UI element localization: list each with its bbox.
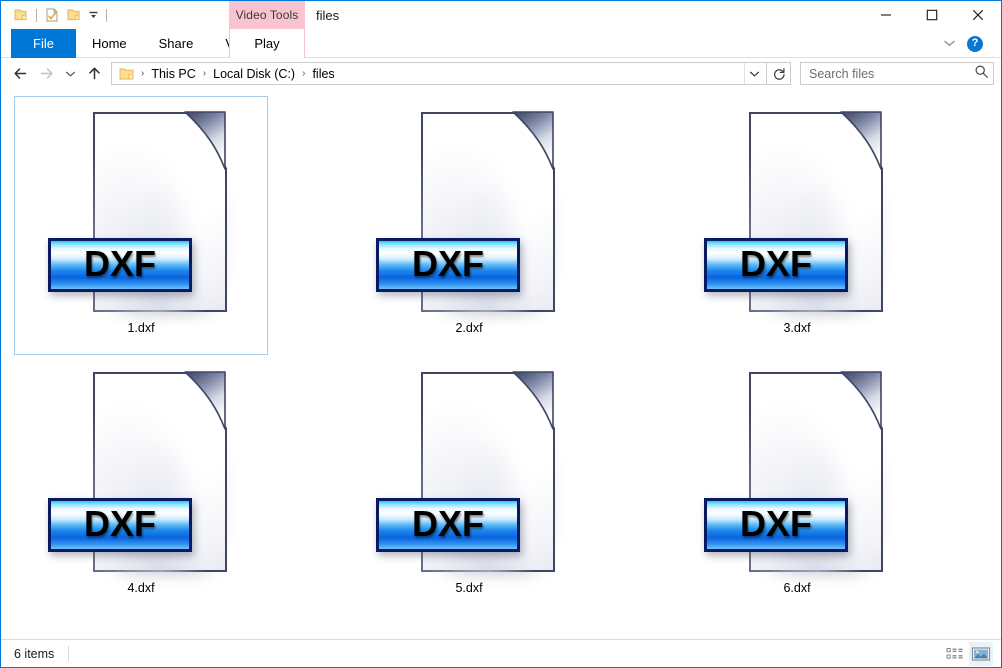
breadcrumb-item-files[interactable]: files	[310, 67, 336, 81]
window-controls	[863, 1, 1001, 29]
chevron-down-icon[interactable]	[937, 32, 961, 56]
file-explorer-window: Video Tools files File Home Share View P…	[0, 0, 1002, 668]
list-item[interactable]: DXF 1.dxf	[14, 96, 268, 355]
ribbon-right-controls: ?	[937, 29, 995, 58]
badge-label: DXF	[412, 503, 484, 544]
maximize-button[interactable]	[909, 1, 955, 29]
badge-label: DXF	[84, 243, 156, 284]
dxf-file-icon: DXF	[374, 361, 564, 579]
ribbon-tab-bar: File Home Share View Play ?	[1, 29, 1001, 58]
recent-locations-chevron-icon[interactable]	[59, 61, 81, 87]
file-type-badge: DXF	[376, 498, 522, 556]
badge-label: DXF	[84, 503, 156, 544]
file-name-label: 2.dxf	[455, 321, 483, 335]
file-type-badge: DXF	[48, 238, 194, 296]
badge-body: DXF	[704, 238, 848, 292]
badge-body: DXF	[376, 498, 520, 552]
tab-play[interactable]: Play	[229, 29, 305, 58]
toolbar-separator-2	[102, 4, 111, 26]
back-arrow-icon[interactable]	[7, 61, 33, 87]
file-name-label: 3.dxf	[783, 321, 811, 335]
large-icons-view-button[interactable]	[969, 641, 993, 666]
file-name-label: 1.dxf	[127, 321, 155, 335]
dxf-file-icon: DXF	[702, 361, 892, 579]
badge-label: DXF	[412, 243, 484, 284]
breadcrumb-item-local-disk[interactable]: Local Disk (C:)	[211, 67, 297, 81]
minimize-button[interactable]	[863, 1, 909, 29]
dxf-file-icon: DXF	[46, 101, 236, 319]
contextual-tool-group-header: Video Tools	[229, 1, 305, 29]
tab-home[interactable]: Home	[76, 29, 143, 58]
quick-access-toolbar	[1, 1, 111, 29]
address-bar: › This PC › Local Disk (C:) › files	[1, 58, 1001, 89]
file-list-view[interactable]: DXF 1.dxf DXF 2.dxf DXF 3.dxf DXF 4.dxf …	[1, 89, 1001, 635]
list-item[interactable]: DXF 3.dxf	[670, 96, 924, 355]
badge-body: DXF	[48, 238, 192, 292]
file-name-label: 6.dxf	[783, 581, 811, 595]
dxf-file-icon: DXF	[374, 101, 564, 319]
breadcrumb-folder-icon[interactable]	[118, 63, 135, 84]
dxf-file-icon: DXF	[46, 361, 236, 579]
breadcrumb-separator-0[interactable]: ›	[136, 68, 149, 79]
breadcrumb: › This PC › Local Disk (C:) › files	[118, 63, 744, 84]
window-title: files	[316, 7, 340, 23]
page-curl-icon	[836, 371, 884, 433]
badge-body: DXF	[704, 498, 848, 552]
list-item[interactable]: DXF 5.dxf	[342, 356, 596, 615]
page-curl-icon	[508, 111, 556, 173]
badge-body: DXF	[48, 498, 192, 552]
search-input[interactable]	[809, 66, 974, 81]
details-view-button[interactable]	[943, 642, 967, 666]
page-curl-icon	[836, 111, 884, 173]
file-name-label: 5.dxf	[455, 581, 483, 595]
tab-file[interactable]: File	[11, 29, 76, 58]
view-mode-buttons	[943, 640, 993, 667]
customize-chevron-icon[interactable]	[85, 4, 102, 26]
up-arrow-icon[interactable]	[81, 61, 107, 87]
dxf-file-icon: DXF	[702, 101, 892, 319]
page-curl-icon	[180, 111, 228, 173]
file-type-badge: DXF	[704, 498, 850, 556]
properties-icon[interactable]	[41, 4, 63, 26]
file-type-badge: DXF	[376, 238, 522, 296]
forward-arrow-icon[interactable]	[33, 61, 59, 87]
list-item[interactable]: DXF 4.dxf	[14, 356, 268, 615]
close-button[interactable]	[955, 1, 1001, 29]
file-name-label: 4.dxf	[127, 581, 155, 595]
title-bar: Video Tools files	[1, 1, 1001, 29]
list-item[interactable]: DXF 6.dxf	[670, 356, 924, 615]
list-item[interactable]: DXF 2.dxf	[342, 96, 596, 355]
refresh-icon[interactable]	[767, 62, 791, 85]
breadcrumb-separator-2[interactable]: ›	[297, 68, 310, 79]
item-count-label: 6 items	[14, 646, 55, 661]
icon-grid: DXF 1.dxf DXF 2.dxf DXF 3.dxf DXF 4.dxf …	[1, 95, 1001, 616]
badge-label: DXF	[740, 243, 812, 284]
help-icon[interactable]: ?	[967, 35, 983, 52]
badge-label: DXF	[740, 503, 812, 544]
page-curl-icon	[180, 371, 228, 433]
breadcrumb-item-this-pc[interactable]: This PC	[149, 67, 197, 81]
breadcrumb-separator-1[interactable]: ›	[198, 68, 211, 79]
tab-share[interactable]: Share	[143, 29, 210, 58]
file-type-badge: DXF	[704, 238, 850, 296]
file-type-badge: DXF	[48, 498, 194, 556]
address-dropdown-chevron-icon[interactable]	[744, 63, 764, 84]
toolbar-separator	[32, 4, 41, 26]
folder-icon[interactable]	[10, 4, 32, 26]
badge-body: DXF	[376, 238, 520, 292]
new-folder-icon[interactable]	[63, 4, 85, 26]
search-icon[interactable]	[974, 64, 989, 84]
status-divider	[68, 646, 70, 661]
status-bar: 6 items	[1, 639, 1001, 667]
contextual-group-label: Video Tools	[235, 8, 299, 22]
page-curl-icon	[508, 371, 556, 433]
breadcrumb-bar[interactable]: › This PC › Local Disk (C:) › files	[111, 62, 767, 85]
search-box[interactable]	[800, 62, 994, 85]
